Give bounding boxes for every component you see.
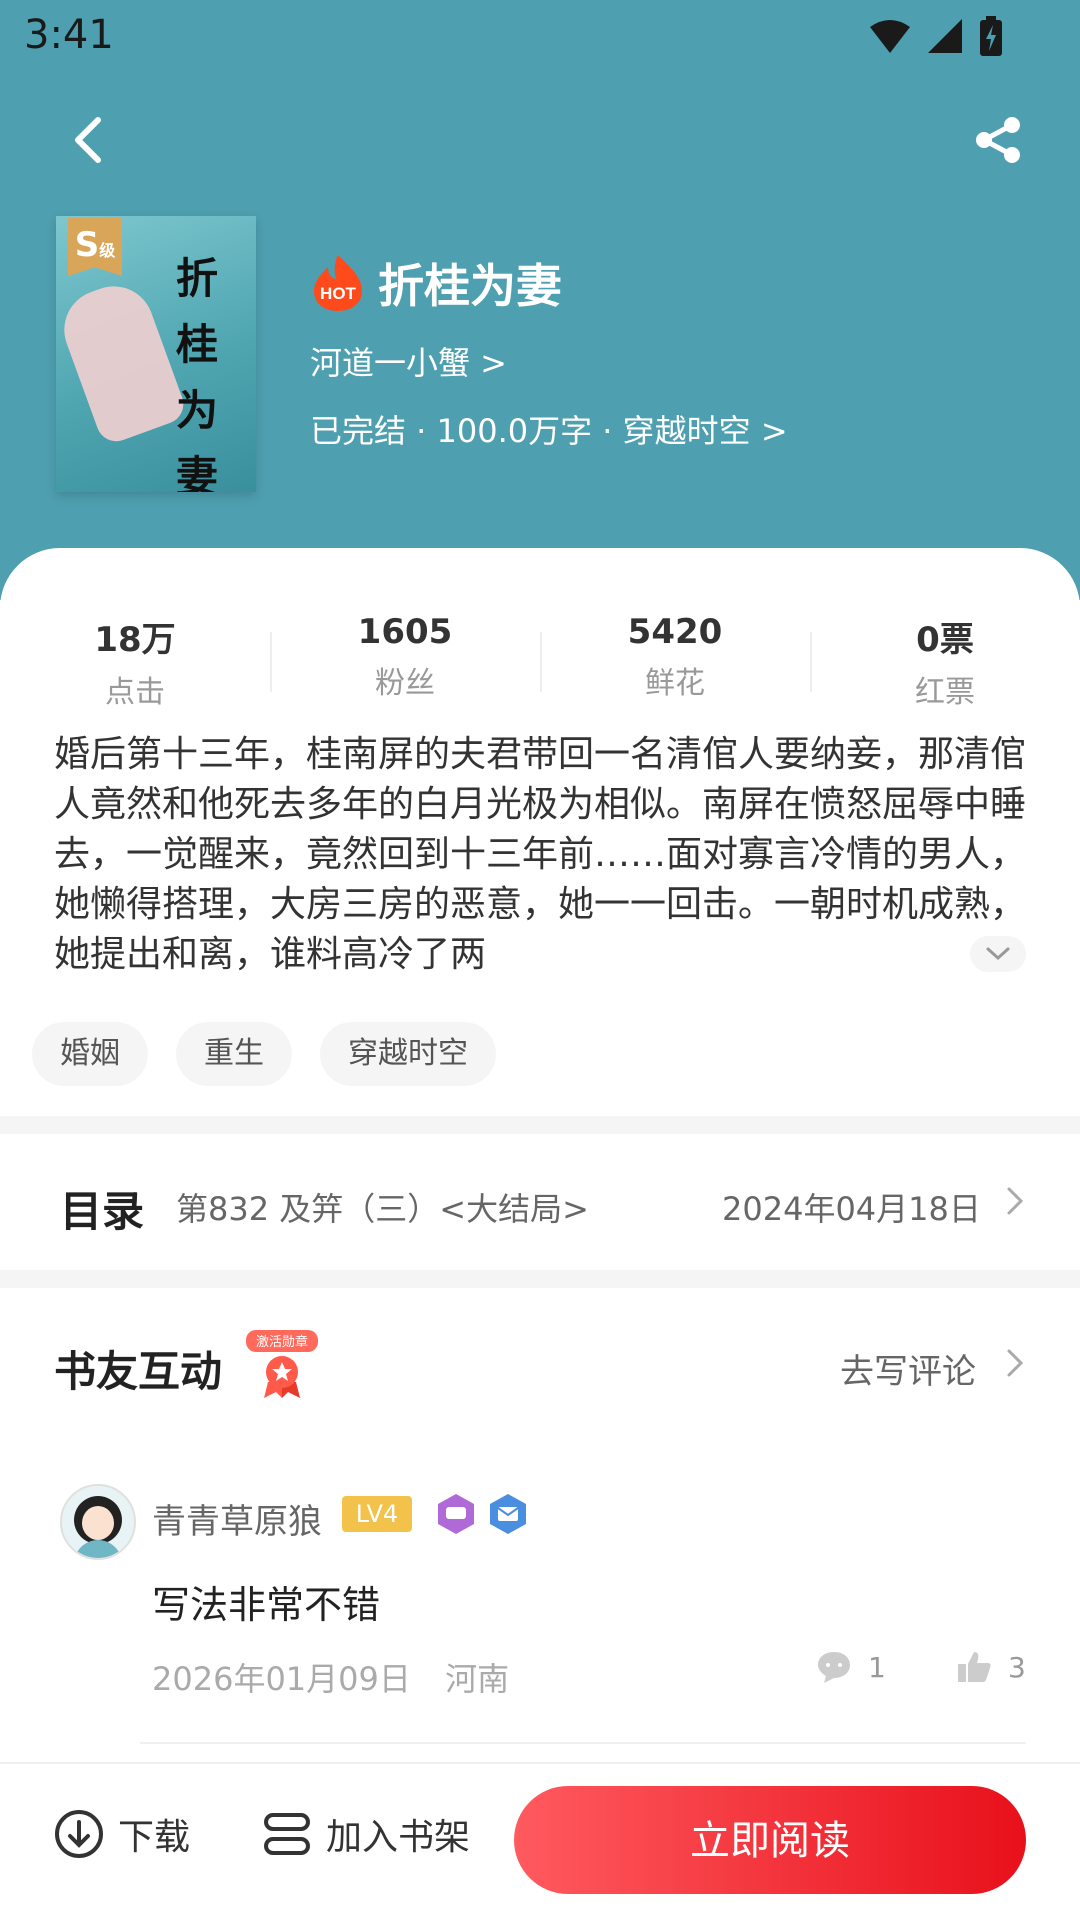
comment-divider xyxy=(140,1742,1026,1744)
comment-username[interactable]: 青青草原狼 xyxy=(152,1494,322,1543)
read-now-button[interactable]: 立即阅读 xyxy=(514,1786,1026,1894)
status-bar: 3:41 xyxy=(0,0,1080,70)
book-title: 折桂为妻 xyxy=(378,259,562,313)
stat-clicks: 18万 点击 xyxy=(0,612,270,712)
download-button[interactable]: 下载 xyxy=(54,1808,190,1860)
stat-value: 1605 xyxy=(357,612,453,652)
like-button[interactable]: 3 xyxy=(956,1650,1026,1684)
expand-description-button[interactable] xyxy=(970,936,1026,972)
like-count: 3 xyxy=(1008,1650,1026,1684)
back-arrow-icon xyxy=(75,117,101,163)
stat-red-votes[interactable]: 0票 红票 xyxy=(810,612,1080,712)
avatar[interactable] xyxy=(60,1484,136,1560)
share-button[interactable] xyxy=(958,100,1038,180)
cover-illustration xyxy=(56,275,189,447)
stat-label: 红票 xyxy=(915,675,975,710)
detail-card: 18万 点击 1605 粉丝 5420 鲜花 0票 红票 婚后第十三年，桂南屏的… xyxy=(0,548,1080,1920)
table-of-contents-row[interactable]: 目录 第832 及笄（三）<大结局> 2024年04月18日 xyxy=(0,1134,1080,1264)
book-header: 3:41 S级 折桂为妻 HOT 折桂为妻 河道一小蟹 > 已完结 · 100.… xyxy=(0,0,1080,600)
stat-fans[interactable]: 1605 粉丝 xyxy=(270,612,540,712)
reader-interaction-title: 书友互动 xyxy=(54,1347,223,1396)
chevron-right-icon xyxy=(1007,1349,1024,1377)
chevron-down-icon xyxy=(986,947,1010,961)
comment-date: 2026年01月09日 xyxy=(152,1660,411,1698)
book-meta-link[interactable]: 已完结 · 100.0万字 · 穿越时空 > xyxy=(310,406,788,452)
comment-text[interactable]: 写法非常不错 xyxy=(152,1574,380,1629)
write-comment-link[interactable]: 去写评论 xyxy=(840,1344,976,1393)
hot-label: HOT xyxy=(320,284,357,303)
download-icon xyxy=(55,1810,103,1858)
signal-icon xyxy=(928,19,962,53)
latest-chapter: 第832 及笄（三）<大结局> xyxy=(176,1190,589,1228)
share-icon xyxy=(976,117,1020,163)
avatar-body xyxy=(74,1540,122,1558)
reply-button[interactable]: 1 xyxy=(816,1650,886,1684)
book-title-row: HOT 折桂为妻 xyxy=(310,250,788,316)
stat-value: 5420 xyxy=(627,612,723,652)
medal-icon[interactable]: 激活勋章 xyxy=(246,1330,318,1400)
bottom-action-bar: 下载 加入书架 立即阅读 xyxy=(0,1762,1080,1922)
verified-mail-icon xyxy=(490,1494,526,1534)
hot-flame-icon: HOT xyxy=(314,255,362,311)
reply-count: 1 xyxy=(868,1650,886,1684)
tag-marriage[interactable]: 婚姻 xyxy=(32,1022,148,1086)
add-to-shelf-label: 加入书架 xyxy=(326,1817,471,1858)
stat-flowers[interactable]: 5420 鲜花 xyxy=(540,612,810,712)
level-badge: LV4 xyxy=(342,1496,412,1532)
medal-label: 激活勋章 xyxy=(256,1334,308,1350)
grade-badge: S级 xyxy=(68,218,122,276)
book-description[interactable]: 婚后第十三年，桂南屏的夫君带回一名清倌人要纳妾，那清倌人竟然和他死去多年的白月光… xyxy=(54,730,1026,980)
stat-value: 18万 xyxy=(94,620,176,660)
comment-location: 河南 xyxy=(445,1660,510,1698)
author-link[interactable]: 河道一小蟹 > xyxy=(310,338,788,384)
tag-rebirth[interactable]: 重生 xyxy=(176,1022,292,1086)
chevron-right-icon xyxy=(1007,1187,1024,1215)
battery-icon xyxy=(980,16,1002,56)
status-time: 3:41 xyxy=(24,12,114,58)
comment-medal-icon xyxy=(438,1494,474,1534)
stats-row: 18万 点击 1605 粉丝 5420 鲜花 0票 红票 xyxy=(0,612,1080,712)
wifi-icon xyxy=(870,20,910,53)
add-to-shelf-button[interactable]: 加入书架 xyxy=(262,1808,470,1860)
section-divider xyxy=(0,1116,1080,1134)
comment-meta: 2026年01月09日 河南 xyxy=(152,1654,509,1700)
stat-label: 点击 xyxy=(105,675,165,710)
bookshelf-icon xyxy=(264,1813,310,1855)
tag-time-travel[interactable]: 穿越时空 xyxy=(320,1022,496,1086)
status-icons xyxy=(870,16,1002,56)
stat-label: 粉丝 xyxy=(375,666,435,701)
toc-label: 目录 xyxy=(60,1187,145,1236)
avatar-face xyxy=(82,1506,114,1540)
comment-bubble-icon xyxy=(818,1652,850,1683)
tag-list: 婚姻 重生 穿越时空 xyxy=(32,1022,496,1086)
book-info: HOT 折桂为妻 河道一小蟹 > 已完结 · 100.0万字 · 穿越时空 > xyxy=(310,250,788,452)
thumbs-up-icon xyxy=(958,1652,991,1682)
cover-title: 折桂为妻 xyxy=(176,254,219,492)
stat-value: 0票 xyxy=(916,620,974,660)
update-date: 2024年04月18日 xyxy=(722,1190,981,1228)
back-button[interactable] xyxy=(48,100,128,180)
stat-label: 鲜花 xyxy=(645,666,705,701)
section-divider xyxy=(0,1270,1080,1288)
download-label: 下载 xyxy=(118,1817,191,1858)
book-cover[interactable]: S级 折桂为妻 xyxy=(56,216,256,492)
